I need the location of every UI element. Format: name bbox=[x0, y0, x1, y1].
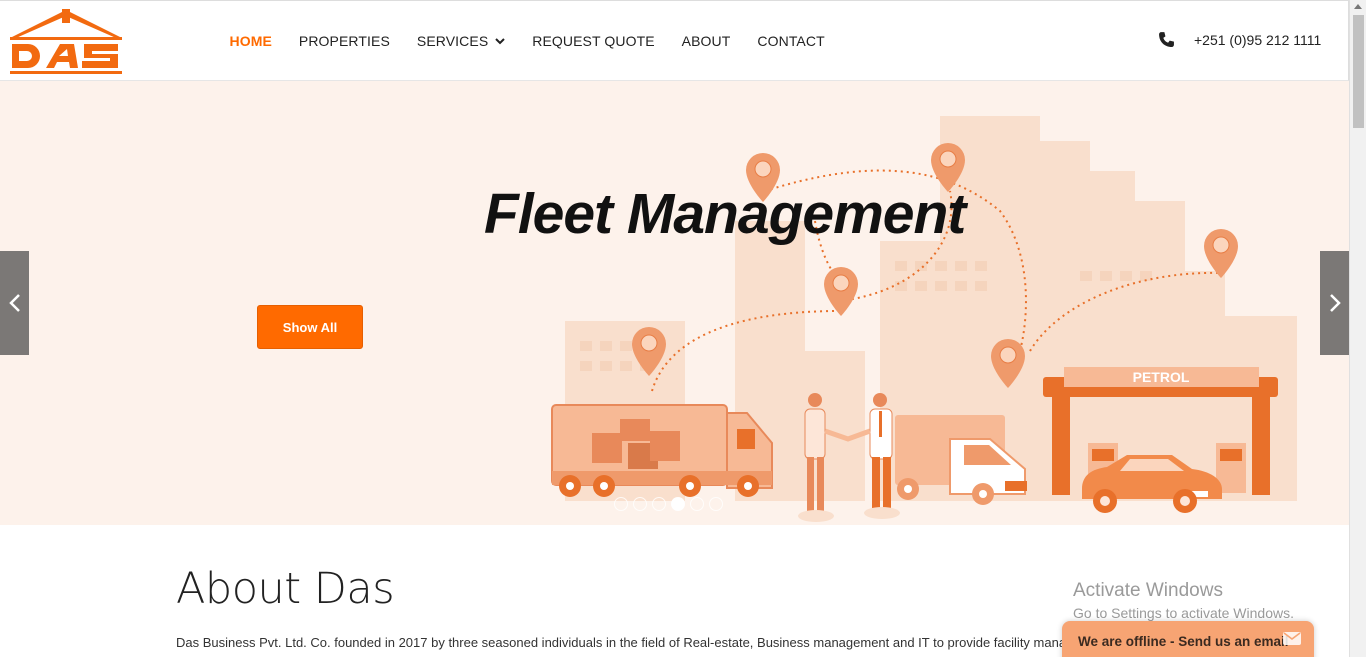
hero-title: Fleet Management bbox=[484, 182, 966, 246]
slider-prev-button[interactable] bbox=[0, 251, 29, 355]
nav-properties-label: PROPERTIES bbox=[298, 33, 390, 49]
nav-home-label: HOME bbox=[229, 33, 272, 49]
slider-next-button[interactable] bbox=[1320, 251, 1349, 355]
nav-about-label: ABOUT bbox=[681, 33, 731, 49]
nav-home[interactable]: HOME bbox=[216, 33, 285, 49]
slider-dot[interactable] bbox=[709, 497, 723, 511]
slider-dot-active[interactable] bbox=[671, 497, 685, 511]
nav-request-quote[interactable]: REQUEST QUOTE bbox=[519, 33, 668, 49]
show-all-button[interactable]: Show All bbox=[257, 305, 363, 349]
slider-dot[interactable] bbox=[652, 497, 666, 511]
mail-icon bbox=[1283, 632, 1301, 645]
phone-number: +251 (0)95 212 1111 bbox=[1194, 31, 1322, 48]
slider-dots bbox=[614, 497, 723, 511]
nav-contact-label: CONTACT bbox=[757, 33, 825, 49]
page: HOME PROPERTIES SERVICES REQUEST QUOTE A… bbox=[0, 0, 1366, 657]
nav-services-label: SERVICES bbox=[416, 33, 489, 49]
phone-icon bbox=[1159, 32, 1174, 47]
scrollbar-thumb[interactable] bbox=[1353, 15, 1364, 128]
das-logo[interactable] bbox=[6, 8, 126, 76]
main-nav: HOME PROPERTIES SERVICES REQUEST QUOTE A… bbox=[216, 1, 838, 81]
activate-windows-watermark: Activate Windows Go to Settings to activ… bbox=[1073, 580, 1294, 621]
petrol-sign: PETROL bbox=[1133, 369, 1190, 385]
slider-dot[interactable] bbox=[690, 497, 704, 511]
chevron-right-icon bbox=[1329, 294, 1341, 312]
slider-dot[interactable] bbox=[614, 497, 628, 511]
chevron-down-icon bbox=[495, 38, 505, 45]
about-title: About Das bbox=[176, 564, 395, 614]
nav-properties[interactable]: PROPERTIES bbox=[285, 33, 403, 49]
chevron-left-icon bbox=[8, 294, 20, 312]
chat-label: We are offline - Send us an email bbox=[1078, 633, 1289, 649]
about-text: Das Business Pvt. Ltd. Co. founded in 20… bbox=[176, 635, 1076, 650]
phone-contact[interactable]: +251 (0)95 212 1111 bbox=[1158, 31, 1321, 48]
slider-dot[interactable] bbox=[633, 497, 647, 511]
nav-request-quote-label: REQUEST QUOTE bbox=[532, 33, 655, 49]
site-header: HOME PROPERTIES SERVICES REQUEST QUOTE A… bbox=[0, 0, 1349, 81]
nav-about[interactable]: ABOUT bbox=[668, 33, 744, 49]
offline-chat-widget[interactable]: We are offline - Send us an email bbox=[1062, 621, 1314, 657]
scroll-up-arrow[interactable] bbox=[1354, 4, 1362, 9]
fleet-illustration: PETROL bbox=[551, 116, 1297, 522]
hero-slider: PETROL Fleet Management Show All bbox=[0, 81, 1349, 525]
activate-windows-title: Activate Windows bbox=[1073, 580, 1223, 601]
activate-windows-subtitle: Go to Settings to activate Windows. bbox=[1073, 605, 1294, 621]
nav-contact[interactable]: CONTACT bbox=[744, 33, 838, 49]
page-scrollbar[interactable] bbox=[1349, 0, 1366, 657]
nav-services[interactable]: SERVICES bbox=[403, 33, 518, 49]
